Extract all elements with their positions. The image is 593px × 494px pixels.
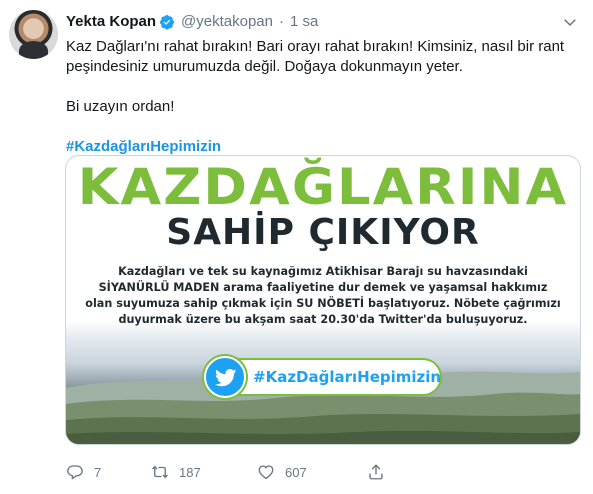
verified-badge-icon [160, 14, 175, 30]
tweet-text-line: peşindesiniz umurumuzda değil. Doğaya do… [66, 58, 463, 75]
tweet-timestamp[interactable]: 1 sa [290, 13, 318, 30]
tweet-text-line: Kaz Dağları'nı rahat bırakın! Bari orayı… [66, 38, 565, 55]
reply-icon [67, 465, 83, 480]
image-description-line: duyurmak üzere bu akşam saat 20.30'da Tw… [118, 313, 528, 326]
author-handle[interactable]: @yektakopan [181, 13, 273, 30]
tweet-header: Yekta Kopan @yektakopan · 1 sa [66, 13, 318, 30]
tweet-image[interactable]: KAZDAĞLARINA SAHİP ÇIKIYOR Kazdağları ve… [65, 155, 581, 445]
share-button[interactable] [367, 463, 385, 481]
twitter-bird-icon [215, 369, 237, 387]
image-description-line: olan suyumuza sahip çıkmak için SU NÖBET… [85, 297, 561, 310]
separator-dot: · [278, 13, 284, 30]
avatar[interactable] [9, 10, 58, 59]
chevron-down-icon[interactable] [561, 13, 579, 31]
image-description-line: Kazdağları ve tek su kaynağımız Atikhisa… [118, 265, 528, 278]
badge-circle [204, 356, 246, 398]
hashtag-link[interactable]: #KazdağlarıHepimizin [66, 137, 576, 157]
image-description-line: SİYANÜRLÜ MADEN arama faaliyetine dur de… [98, 281, 548, 294]
retweet-icon [152, 465, 168, 479]
like-icon [258, 465, 274, 480]
author-name[interactable]: Yekta Kopan [66, 13, 156, 30]
retweet-button[interactable]: 187 [151, 463, 257, 481]
like-button[interactable]: 607 [257, 463, 367, 481]
badge-hashtag: #KazDağlarıHepimizin [253, 368, 442, 386]
hashtag-badge: #KazDağlarıHepimizin [204, 356, 444, 398]
image-description: Kazdağları ve tek su kaynağımız Atikhisa… [66, 264, 580, 328]
reply-count: 7 [94, 464, 102, 480]
tweet-text: Kaz Dağları'nı rahat bırakın! Bari orayı… [66, 37, 576, 157]
retweet-count: 187 [179, 464, 201, 480]
reply-button[interactable]: 7 [66, 463, 151, 481]
share-icon [369, 464, 383, 480]
image-subtitle: SAHİP ÇIKIYOR [166, 212, 480, 253]
tweet-actions: 7 187 607 [66, 463, 385, 481]
like-count: 607 [285, 464, 307, 480]
tweet-text-line: Bi uzayın ordan! [66, 98, 175, 115]
image-title: KAZDAĞLARINA [77, 158, 569, 216]
